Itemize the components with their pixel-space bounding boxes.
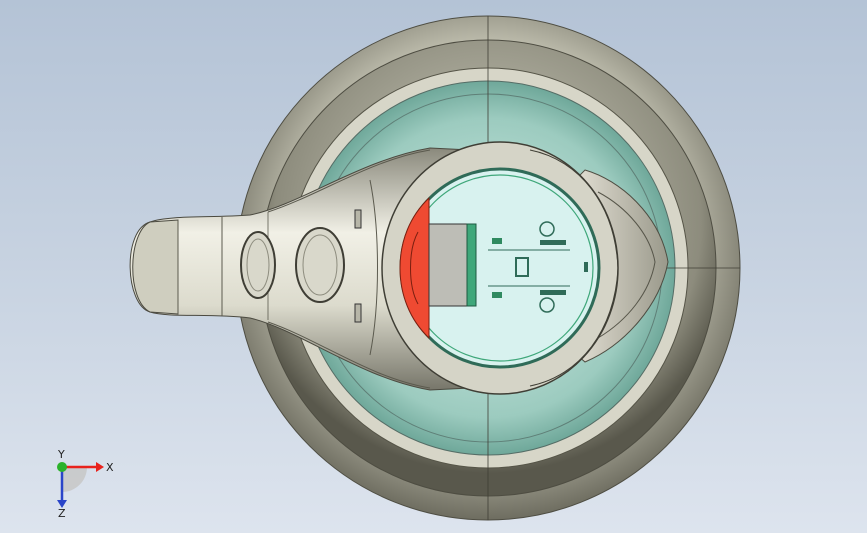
handle-fastener-top[interactable] xyxy=(354,209,362,229)
terminal-bottom xyxy=(492,292,502,298)
y-axis-label: Y xyxy=(57,448,65,461)
x-axis-label: X xyxy=(106,461,114,474)
x-axis-head xyxy=(96,462,104,472)
bracket-bottom xyxy=(540,290,566,295)
handle-grip-end xyxy=(132,219,179,315)
handle-opening-left[interactable] xyxy=(240,231,276,299)
green-strip[interactable] xyxy=(466,223,477,307)
cad-viewport[interactable]: X Y Z xyxy=(0,0,867,533)
triad-quadrant xyxy=(62,467,87,492)
y-axis-dot xyxy=(57,462,67,472)
handle-fastener-bottom[interactable] xyxy=(354,303,362,323)
terminal-top xyxy=(492,238,502,244)
axis-triad: X Y Z xyxy=(57,448,114,518)
kettle-model-view[interactable] xyxy=(0,0,867,533)
side-tab xyxy=(584,262,588,272)
bracket-top xyxy=(540,240,566,245)
z-axis-label: Z xyxy=(58,507,66,518)
grey-block[interactable] xyxy=(428,223,468,307)
